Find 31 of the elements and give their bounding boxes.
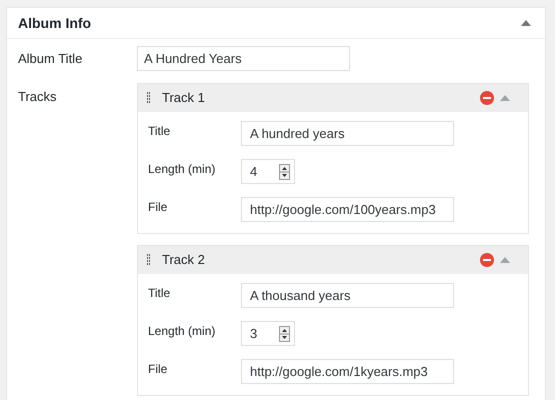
text-field[interactable]: http://google.com/1kyears.mp3 [241, 359, 454, 384]
field-label: Length (min) [148, 160, 216, 178]
track-title: Track 2 [162, 251, 206, 270]
drag-handle-icon[interactable] [147, 254, 150, 266]
field-label: Title [148, 284, 172, 302]
field-label: File [148, 360, 168, 378]
number-field[interactable]: 3 [241, 321, 295, 346]
spinner-icon [279, 326, 290, 342]
album-title-field[interactable]: A Hundred Years [137, 46, 350, 71]
field-value: 3 [250, 324, 258, 343]
minus-icon [483, 259, 491, 261]
field-label: Length (min) [148, 322, 216, 340]
field-label: File [148, 198, 168, 216]
field-label: Album Title [17, 50, 84, 68]
field-label: Title [148, 122, 172, 140]
text-field[interactable]: A thousand years [241, 283, 454, 308]
caret-up-icon [500, 95, 510, 101]
field-label: Tracks [17, 88, 58, 106]
drag-handle-icon[interactable] [147, 92, 150, 104]
remove-button[interactable] [480, 253, 494, 267]
minus-icon [483, 97, 491, 99]
text-field[interactable]: http://google.com/100years.mp3 [241, 197, 454, 222]
field-value: 4 [250, 162, 258, 181]
spinner-icon [279, 164, 290, 180]
remove-button[interactable] [480, 91, 494, 105]
number-field[interactable]: 4 [241, 159, 295, 184]
caret-up-icon [500, 257, 510, 263]
caret-up-icon [521, 20, 531, 26]
text-field[interactable]: A hundred years [241, 121, 454, 146]
panel-title: Album Info [18, 14, 92, 32]
track-title: Track 1 [162, 89, 206, 108]
